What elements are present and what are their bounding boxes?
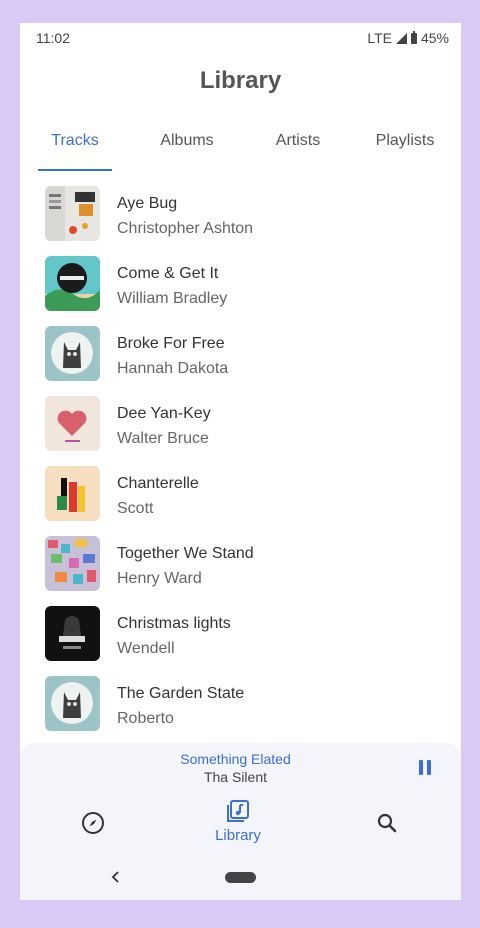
back-icon[interactable] [110,870,122,884]
track-title: Chanterelle [117,475,199,492]
track-title: Broke For Free [117,335,225,352]
tab-bar: Tracks Albums Artists Playlists [20,128,461,172]
album-art [45,396,100,451]
bottom-navigation: Library [20,800,461,855]
album-art [45,606,100,661]
track-title: Come & Get It [117,265,219,282]
track-item[interactable]: Come & Get It William Bradley [20,253,461,323]
status-indicators: LTE 45% [367,30,449,46]
track-item[interactable]: The Garden State Roberto [20,673,461,743]
track-title: Aye Bug [117,195,178,212]
track-item[interactable]: Christmas lights Wendell [20,603,461,673]
tab-artists[interactable]: Artists [261,128,335,170]
nav-library[interactable]: Library [208,799,268,849]
track-artist: Walter Bruce [117,430,209,447]
track-artist: William Bradley [117,290,228,307]
now-playing-title: Something Elated [180,751,291,767]
nav-library-label: Library [215,827,261,844]
album-art [45,536,100,591]
page-title: Library [199,67,282,94]
track-item[interactable]: Chanterelle Scott [20,463,461,533]
album-art [45,676,100,731]
track-artist: Hannah Dakota [117,360,229,377]
track-artist: Scott [117,500,154,517]
status-bar: 11:02 LTE 45% [20,23,461,51]
system-navigation-bar [20,865,461,900]
track-artist: Henry Ward [117,570,202,587]
tab-tracks[interactable]: Tracks [38,128,112,170]
library-music-icon [227,800,249,822]
album-art [45,326,100,381]
track-item[interactable]: Aye Bug Christopher Ashton [20,183,461,253]
battery-icon [410,30,417,44]
album-art [45,186,100,241]
pause-icon[interactable] [417,759,435,777]
track-artist: Roberto [117,710,174,727]
home-pill[interactable] [225,872,256,883]
tab-albums[interactable]: Albums [150,128,224,170]
track-artist: Wendell [117,640,175,657]
battery-percent: 45% [420,30,449,46]
signal-icon [395,32,407,44]
status-time: 11:02 [36,30,70,46]
track-item[interactable]: Broke For Free Hannah Dakota [20,323,461,393]
network-label: LTE [367,30,392,46]
track-item[interactable]: Together We Stand Henry Ward [20,533,461,603]
track-item[interactable]: Dee Yan-Key Walter Bruce [20,393,461,463]
app-screen: 11:02 LTE 45% Library Tracks Albums Arti… [20,23,461,900]
track-title: The Garden State [117,685,245,702]
compass-icon[interactable] [81,811,105,835]
search-icon[interactable] [375,811,399,835]
track-list: Aye Bug Christopher Ashton Come & Get It… [20,183,461,743]
now-playing-artist: Tha Silent [203,769,268,785]
tab-playlists[interactable]: Playlists [365,128,445,170]
track-artist: Christopher Ashton [117,220,254,237]
track-title: Christmas lights [117,615,231,632]
track-title: Together We Stand [117,545,254,562]
active-tab-indicator [38,169,112,171]
track-title: Dee Yan-Key [117,405,211,422]
album-art [45,256,100,311]
album-art [45,466,100,521]
